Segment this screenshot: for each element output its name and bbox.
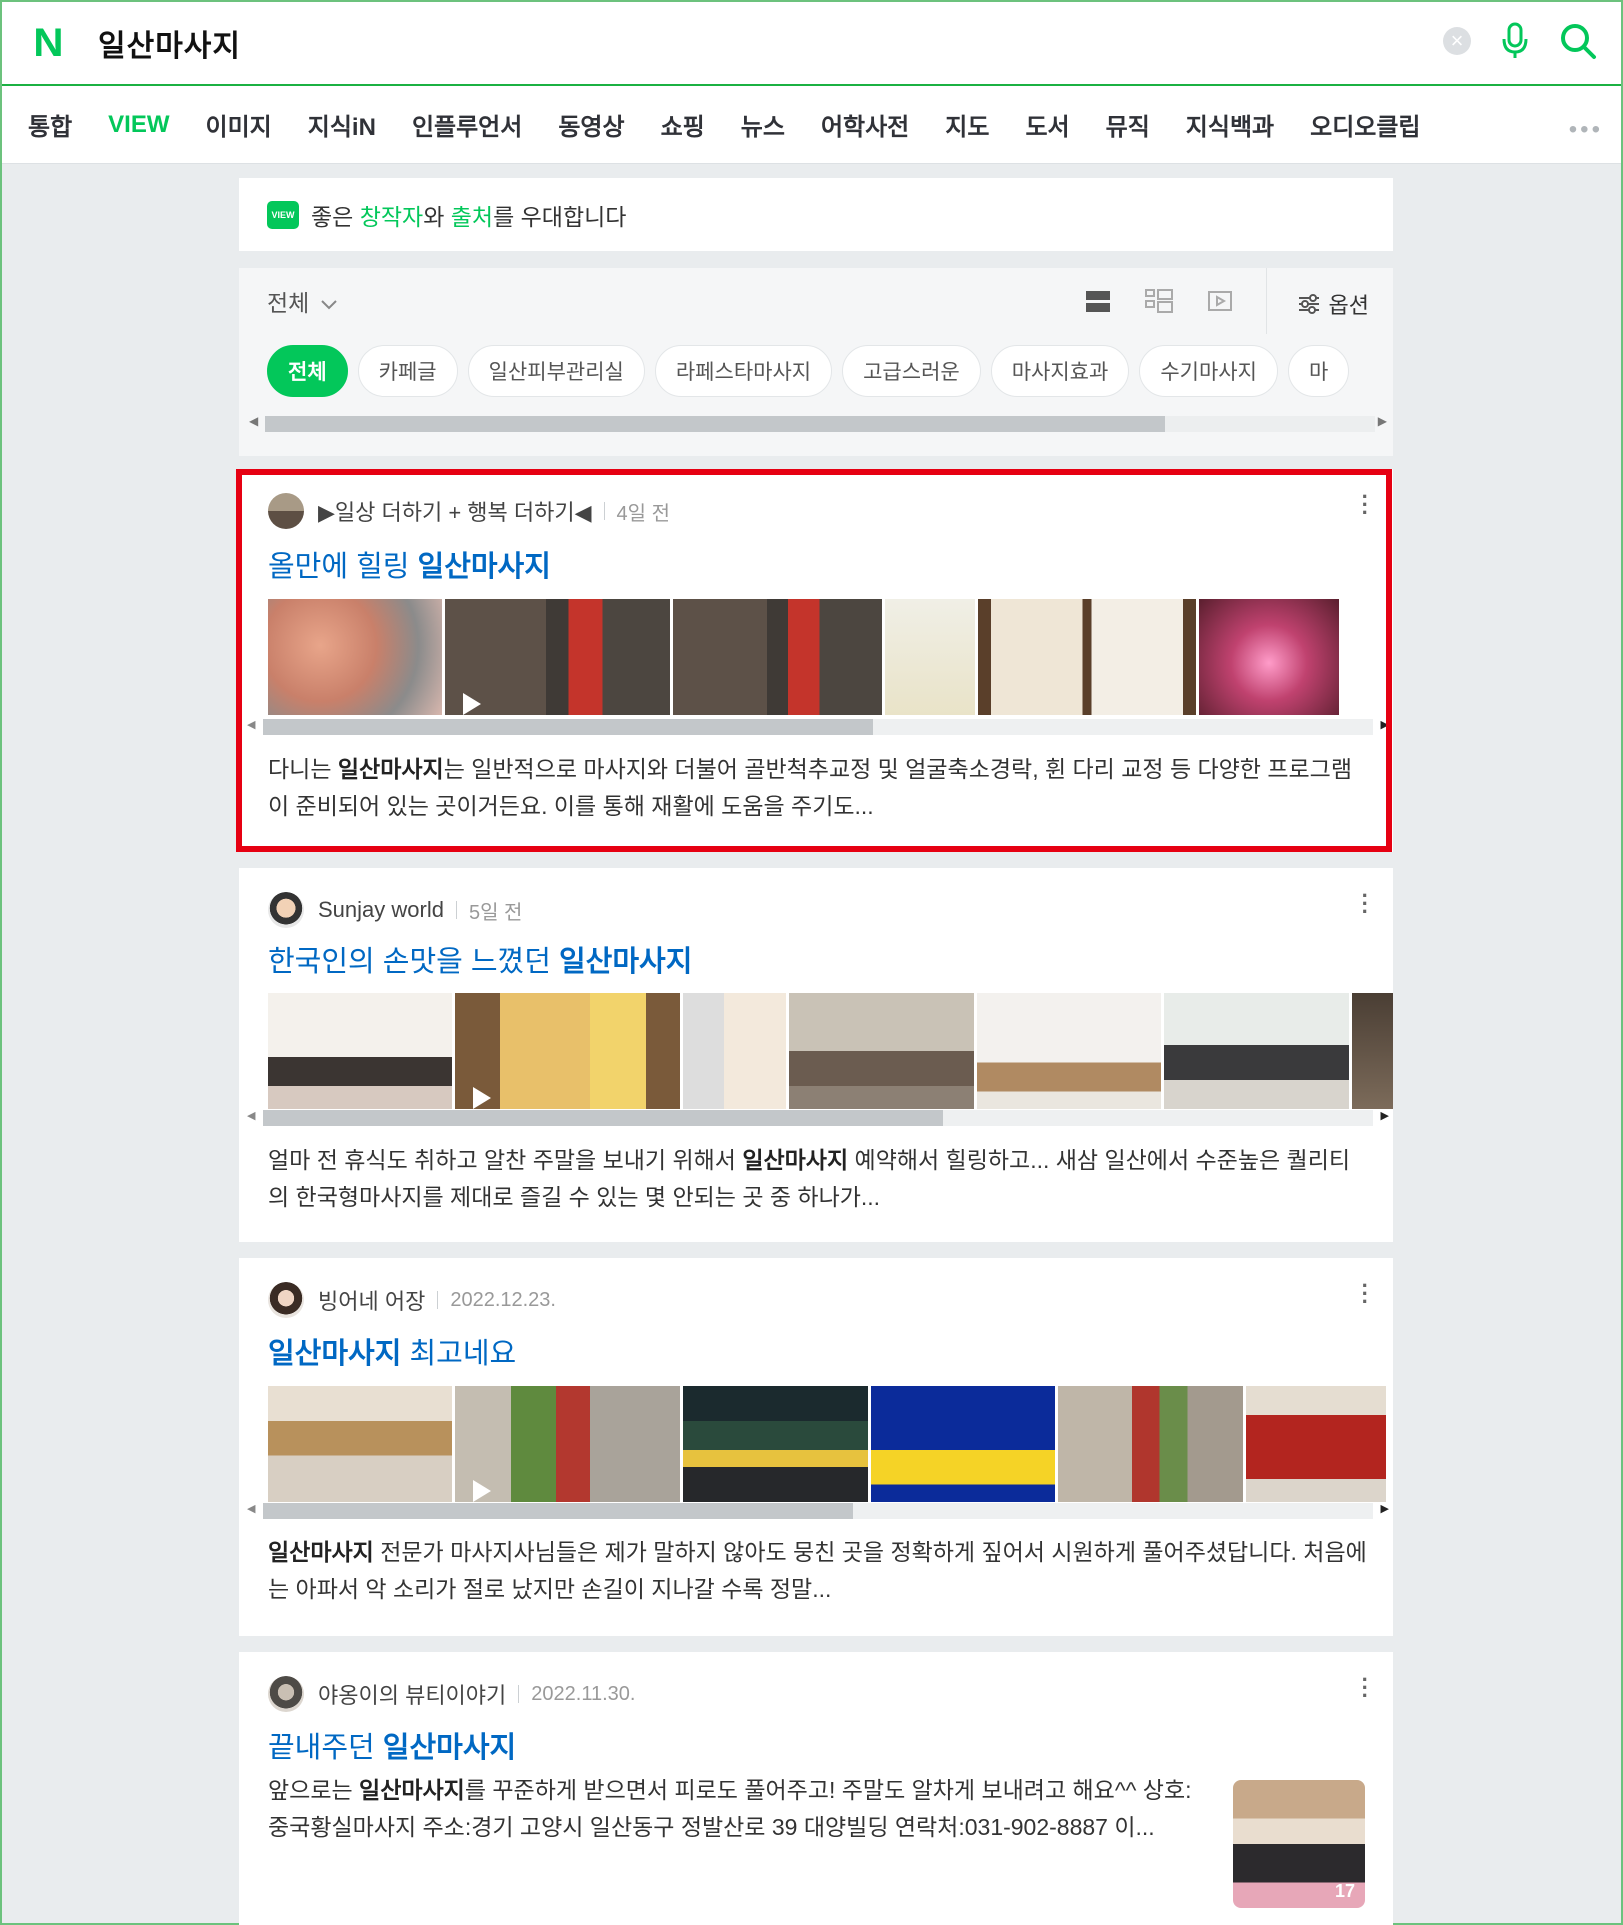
result-card: 빙어네 어장 2022.12.23. · · · 일산마사지 최고네요 ◀ ▶ 일산마… bbox=[239, 1258, 1393, 1636]
chip-effect[interactable]: 마사지효과 bbox=[990, 345, 1130, 397]
image-strip[interactable] bbox=[268, 993, 1393, 1109]
thumbnail[interactable] bbox=[977, 993, 1161, 1109]
microphone-icon[interactable] bbox=[1501, 22, 1529, 60]
options-button[interactable]: 옵션 bbox=[1297, 288, 1369, 320]
thumbnail[interactable] bbox=[1058, 1386, 1243, 1502]
search-tabs: 통합 VIEW 이미지 지식iN 인플루언서 동영상 쇼핑 뉴스 어학사전 지도… bbox=[2, 86, 1621, 164]
image-strip-scrollbar[interactable]: ◀ ▶ bbox=[247, 1106, 1389, 1130]
thumbnail[interactable] bbox=[268, 1386, 452, 1502]
tab-encyclopedia[interactable]: 지식백과 bbox=[1186, 107, 1274, 142]
post-date: 2022.11.30. bbox=[531, 1682, 636, 1705]
tab-integrated[interactable]: 통합 bbox=[28, 107, 72, 142]
chip-luxury[interactable]: 고급스러운 bbox=[842, 345, 981, 397]
tab-influencer[interactable]: 인플루언서 bbox=[412, 107, 522, 142]
search-input[interactable]: 일산마사지 bbox=[98, 21, 241, 65]
view-badge-icon: VIEW bbox=[267, 200, 299, 229]
tab-music[interactable]: 뮤직 bbox=[1106, 107, 1150, 142]
scroll-right-icon[interactable]: ▶ bbox=[1378, 414, 1387, 428]
more-tabs-icon[interactable]: ••• bbox=[1569, 116, 1603, 144]
result-card: 야옹이의 뷰티이야기 2022.11.30. · · · 끝내주던 일산마사지 앞으… bbox=[239, 1652, 1393, 1925]
tab-map[interactable]: 지도 bbox=[945, 107, 989, 142]
clear-icon[interactable]: × bbox=[1443, 27, 1471, 55]
author-name[interactable]: 야옹이의 뷰티이야기 bbox=[318, 1678, 506, 1710]
thumbnail[interactable] bbox=[268, 993, 452, 1109]
list-view-icon[interactable] bbox=[1085, 289, 1111, 313]
more-options-icon[interactable]: · · · bbox=[1362, 1669, 1369, 1707]
chip-skincare[interactable]: 일산피부관리실 bbox=[467, 345, 645, 397]
result-snippet: 일산마사지 전문가 마사지사님들은 제가 말하지 않아도 뭉친 곳을 정확하게 … bbox=[268, 1539, 1367, 1602]
chips-scrollbar[interactable]: ◀ ▶ bbox=[239, 408, 1393, 436]
video-view-icon[interactable] bbox=[1207, 289, 1233, 313]
tab-news[interactable]: 뉴스 bbox=[741, 107, 785, 142]
divider bbox=[518, 1685, 520, 1703]
thumbnail[interactable] bbox=[683, 993, 786, 1109]
avatar[interactable] bbox=[268, 1282, 304, 1318]
thumbnail[interactable] bbox=[871, 1386, 1055, 1502]
divider bbox=[437, 1291, 439, 1309]
chip-all[interactable]: 전체 bbox=[267, 345, 348, 397]
search-bar: N 일산마사지 × bbox=[2, 2, 1621, 86]
tab-video[interactable]: 동영상 bbox=[558, 107, 624, 142]
result-title[interactable]: 끝내주던 일산마사지 bbox=[268, 1724, 516, 1766]
thumbnail[interactable] bbox=[683, 1386, 868, 1502]
avatar[interactable] bbox=[268, 892, 304, 928]
chip-cafe[interactable]: 카페글 bbox=[357, 345, 458, 397]
highlight-box bbox=[236, 469, 1392, 852]
chevron-down-icon bbox=[321, 300, 337, 310]
chip-manual[interactable]: 수기마사지 bbox=[1139, 345, 1278, 397]
image-strip[interactable] bbox=[268, 1386, 1393, 1502]
post-date: 5일 전 bbox=[468, 901, 523, 924]
tab-books[interactable]: 도서 bbox=[1025, 107, 1069, 142]
tab-images[interactable]: 이미지 bbox=[206, 107, 272, 142]
avatar[interactable] bbox=[268, 1676, 304, 1712]
more-options-icon[interactable]: · · · bbox=[1362, 885, 1369, 923]
result-title[interactable]: 한국인의 손맛을 느꼈던 일산마사지 bbox=[268, 938, 692, 980]
tab-shopping[interactable]: 쇼핑 bbox=[661, 107, 705, 142]
naver-logo[interactable]: N bbox=[28, 23, 68, 63]
thumbnail[interactable] bbox=[1164, 993, 1349, 1109]
divider bbox=[1266, 268, 1267, 334]
tab-dictionary[interactable]: 어학사전 bbox=[821, 107, 909, 142]
thumbnail[interactable] bbox=[1352, 993, 1393, 1109]
view-banner: VIEW 좋은 창작자와 출처를 우대합니다 bbox=[239, 178, 1393, 251]
filter-panel: 전체 옵션 전체 카페글 일산피부관리실 라페스타마사지 고급스러운 마사지효과… bbox=[239, 268, 1393, 456]
chip-more[interactable]: 마 bbox=[1287, 345, 1350, 397]
author-name[interactable]: 빙어네 어장 bbox=[318, 1284, 425, 1316]
more-options-icon[interactable]: · · · bbox=[1362, 1275, 1369, 1313]
thumbnail[interactable] bbox=[455, 1386, 680, 1502]
detail-view-icon[interactable] bbox=[1145, 288, 1173, 314]
keyword-chips: 전체 카페글 일산피부관리실 라페스타마사지 고급스러운 마사지효과 수기마사지… bbox=[239, 334, 1393, 408]
sliders-icon bbox=[1298, 294, 1319, 314]
result-card: Sunjay world 5일 전 · · · 한국인의 손맛을 느꼈던 일산마사지… bbox=[239, 868, 1393, 1242]
image-strip-scrollbar[interactable]: ◀ ▶ bbox=[247, 1499, 1389, 1523]
thumbnail[interactable] bbox=[789, 993, 974, 1109]
banner-text: 좋은 창작자와 출처를 우대합니다 bbox=[311, 203, 627, 230]
thumbnail[interactable] bbox=[1246, 1386, 1386, 1502]
thumbnail[interactable]: 17 bbox=[1233, 1780, 1365, 1908]
result-snippet: 얼마 전 휴식도 취하고 알찬 주말을 보내기 위해서 일산마사지 예약해서 힐… bbox=[268, 1147, 1351, 1210]
post-date: 2022.12.23. bbox=[450, 1288, 556, 1311]
thumbnail[interactable] bbox=[455, 993, 680, 1109]
result-title[interactable]: 일산마사지 최고네요 bbox=[268, 1330, 516, 1372]
image-count-badge: 17 bbox=[1334, 1881, 1355, 1901]
search-icon[interactable] bbox=[1559, 22, 1597, 60]
scroll-left-icon[interactable]: ◀ bbox=[249, 414, 258, 428]
tab-kin[interactable]: 지식iN bbox=[308, 107, 376, 142]
author-name[interactable]: Sunjay world bbox=[318, 897, 444, 923]
divider bbox=[455, 901, 457, 919]
tab-view[interactable]: VIEW bbox=[108, 111, 169, 139]
filter-dropdown[interactable]: 전체 bbox=[267, 284, 338, 318]
tab-audioclip[interactable]: 오디오클립 bbox=[1310, 107, 1420, 142]
chip-lafesta[interactable]: 라페스타마사지 bbox=[654, 345, 833, 397]
result-snippet: 앞으로는 일산마사지를 꾸준하게 받으면서 피로도 풀어주고! 주말도 알차게 … bbox=[268, 1777, 1192, 1840]
